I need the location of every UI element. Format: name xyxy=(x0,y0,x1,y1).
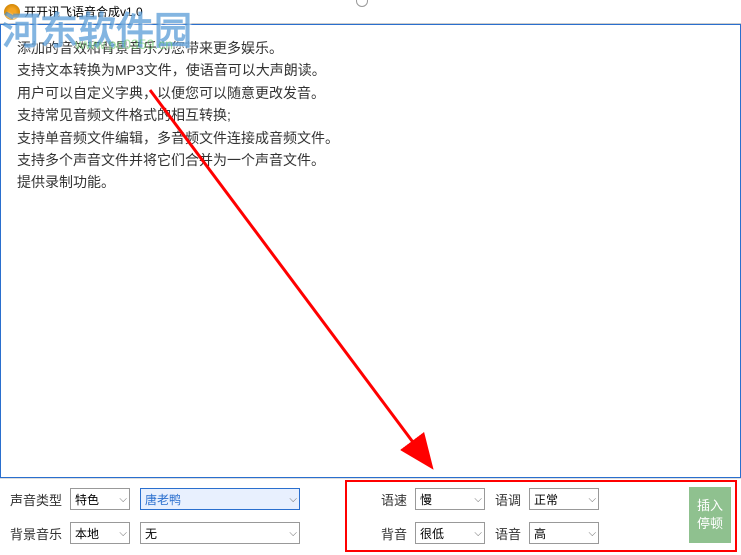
chevron-down-icon: ⌵ xyxy=(588,528,596,539)
voice-volume-select[interactable]: 高 ⌵ xyxy=(529,522,599,544)
tone-select[interactable]: 正常 ⌵ xyxy=(529,488,599,510)
speed-tone-row: 语速 慢 ⌵ 语调 正常 ⌵ xyxy=(381,487,731,511)
panel-left: 声音类型 特色 ⌵ 唐老鸭 ⌵ 背景音乐 本地 ⌵ 无 ⌵ xyxy=(0,479,371,554)
bottom-panel: 声音类型 特色 ⌵ 唐老鸭 ⌵ 背景音乐 本地 ⌵ 无 ⌵ 语速 xyxy=(0,478,741,554)
chevron-down-icon: ⌵ xyxy=(289,494,297,505)
tone-label: 语调 xyxy=(495,490,521,509)
voice-type-row: 声音类型 特色 ⌵ 唐老鸭 ⌵ xyxy=(10,487,361,511)
bg-music-label: 背景音乐 xyxy=(10,524,62,543)
voice-volume-label: 语音 xyxy=(495,524,521,543)
chevron-down-icon: ⌵ xyxy=(119,494,127,505)
text-line: 用户可以自定义字典，以便您可以随意更改发音。 xyxy=(9,82,732,104)
chevron-down-icon: ⌵ xyxy=(289,528,297,539)
chevron-down-icon: ⌵ xyxy=(119,528,127,539)
voice-type-label: 声音类型 xyxy=(10,490,62,509)
app-icon xyxy=(4,4,20,20)
chevron-down-icon: ⌵ xyxy=(474,528,482,539)
speed-select[interactable]: 慢 ⌵ xyxy=(415,488,485,510)
bg-music-source-select[interactable]: 本地 ⌵ xyxy=(70,522,130,544)
bg-voice-row: 背音 很低 ⌵ 语音 高 ⌵ xyxy=(381,521,731,545)
chevron-down-icon: ⌵ xyxy=(588,494,596,505)
voice-type-select1[interactable]: 特色 ⌵ xyxy=(70,488,130,510)
bg-music-track-select[interactable]: 无 ⌵ xyxy=(140,522,300,544)
bg-volume-label: 背音 xyxy=(381,524,407,543)
text-line: 支持单音频文件编辑，多音频文件连接成音频文件。 xyxy=(9,127,732,149)
text-line: 支持文本转换为MP3文件，使语音可以大声朗读。 xyxy=(9,59,732,81)
text-line: 添加的音效和背景音乐为您带来更多娱乐。 xyxy=(9,31,732,59)
bg-music-row: 背景音乐 本地 ⌵ 无 ⌵ xyxy=(10,521,361,545)
voice-name-select[interactable]: 唐老鸭 ⌵ xyxy=(140,488,300,510)
window-title: 开开讯飞语音合成v1.0 xyxy=(24,3,143,20)
text-line: 支持常见音频文件格式的相互转换; xyxy=(9,104,732,126)
chevron-down-icon: ⌵ xyxy=(474,494,482,505)
panel-right: 语速 慢 ⌵ 语调 正常 ⌵ 背音 很低 ⌵ 语音 高 ⌵ 插入 xyxy=(371,479,741,554)
text-line: 提供录制功能。 xyxy=(9,171,732,193)
speed-label: 语速 xyxy=(381,490,407,509)
insert-pause-button[interactable]: 插入 停顿 xyxy=(689,487,731,543)
title-bar: 开开讯飞语音合成v1.0 xyxy=(0,0,741,24)
text-editor[interactable]: 添加的音效和背景音乐为您带来更多娱乐。 支持文本转换为MP3文件，使语音可以大声… xyxy=(1,25,740,477)
text-line: 支持多个声音文件并将它们合并为一个声音文件。 xyxy=(9,149,732,171)
bg-volume-select[interactable]: 很低 ⌵ xyxy=(415,522,485,544)
text-editor-container: 添加的音效和背景音乐为您带来更多娱乐。 支持文本转换为MP3文件，使语音可以大声… xyxy=(0,24,741,478)
